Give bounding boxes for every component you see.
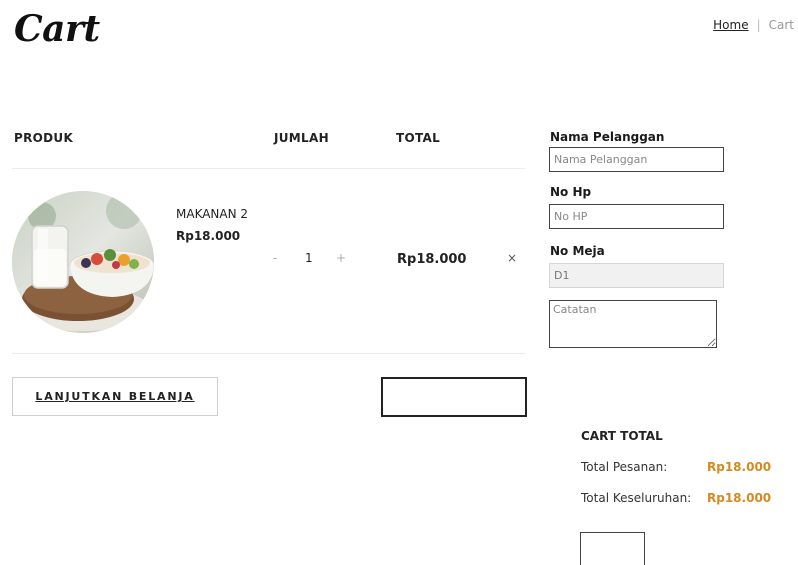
product-name: MAKANAN 2: [176, 207, 249, 221]
order-total-label: Total Pesanan:: [581, 460, 668, 474]
checkout-button[interactable]: [580, 532, 645, 565]
column-header-product: PRODUK: [14, 131, 74, 145]
line-total: Rp18.000: [397, 252, 467, 267]
column-header-total: TOTAL: [396, 131, 441, 145]
phone-label: No Hp: [550, 185, 592, 199]
table-divider-top: [12, 168, 525, 169]
order-total-value: Rp18.000: [707, 460, 772, 474]
page-title: Cart: [14, 8, 100, 50]
quantity-decrease-button[interactable]: -: [273, 251, 277, 265]
breadcrumb-home-link[interactable]: Home: [713, 18, 748, 32]
food-bowl-with-milk-photo-icon: [12, 191, 154, 333]
continue-shopping-label: LANJUTKAN BELANJA: [35, 390, 195, 403]
table-number-input[interactable]: [549, 263, 724, 288]
grand-total-label: Total Keseluruhan:: [581, 491, 692, 505]
column-header-quantity: JUMLAH: [274, 131, 329, 145]
product-image: [12, 191, 154, 333]
grand-total-value: Rp18.000: [707, 491, 772, 505]
breadcrumb-separator: |: [756, 18, 761, 32]
customer-name-input[interactable]: [549, 147, 724, 172]
customer-name-label: Nama Pelanggan: [550, 130, 665, 144]
breadcrumb: Home | Cart: [713, 18, 794, 32]
product-price: Rp18.000: [176, 229, 241, 243]
notes-textarea[interactable]: [549, 300, 717, 348]
quantity-value[interactable]: 1: [305, 251, 313, 265]
update-cart-button[interactable]: [381, 377, 527, 417]
phone-input[interactable]: [549, 204, 724, 229]
table-number-label: No Meja: [550, 244, 605, 258]
breadcrumb-current: Cart: [768, 18, 794, 32]
cart-total-title: CART TOTAL: [581, 429, 663, 443]
remove-item-icon[interactable]: ×: [507, 251, 517, 265]
continue-shopping-button[interactable]: LANJUTKAN BELANJA: [12, 377, 218, 416]
quantity-increase-button[interactable]: +: [336, 251, 346, 265]
table-divider-bottom: [12, 353, 525, 354]
